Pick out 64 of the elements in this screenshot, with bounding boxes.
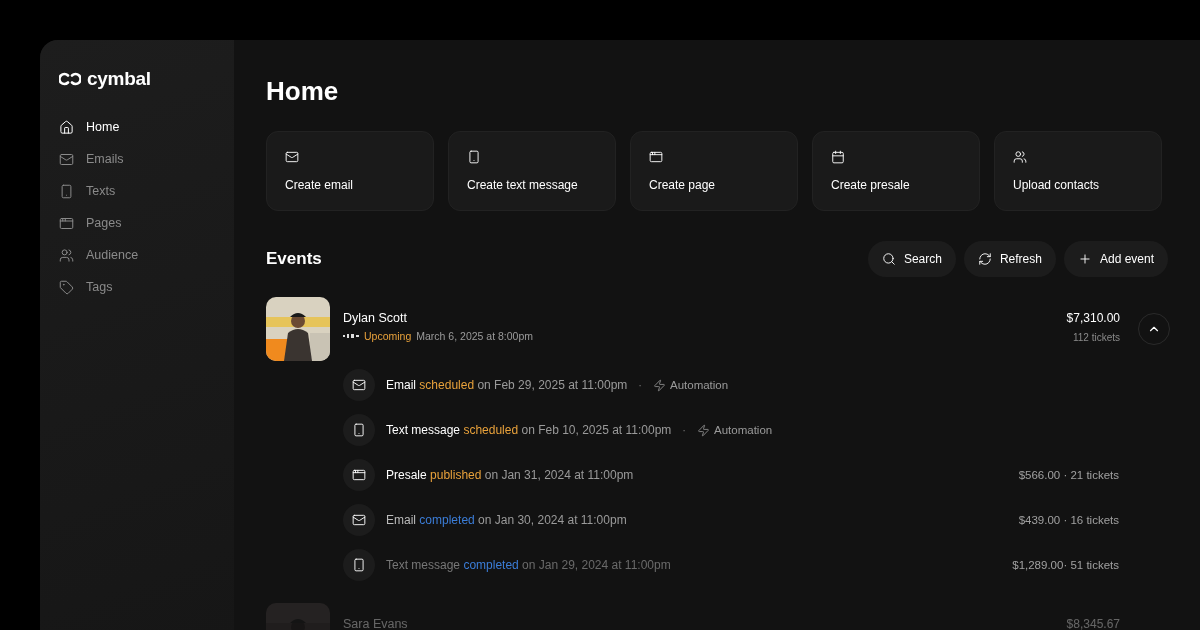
separator-dot: · — [682, 424, 686, 436]
envelope-icon — [352, 513, 366, 527]
people-icon — [1013, 150, 1027, 164]
lightning-icon — [653, 378, 666, 392]
phone-icon — [467, 150, 481, 164]
activity-text: Text message completed on Jan 29, 2024 at 11:00pm — [386, 558, 671, 572]
sidebar-item[interactable]: Tags — [59, 276, 234, 298]
sidebar-item[interactable]: Texts — [59, 180, 234, 202]
envelope-icon — [285, 150, 299, 164]
toolbar-button[interactable]: Search — [867, 241, 956, 277]
home-icon — [59, 119, 74, 135]
envelope-icon — [352, 378, 366, 392]
quick-action-card[interactable]: Create page — [630, 131, 798, 211]
tag-icon — [59, 279, 74, 295]
logo-icon — [59, 72, 81, 86]
toolbar-button[interactable]: Add event — [1063, 241, 1168, 277]
calendar-icon — [831, 150, 845, 164]
card-label: Upload contacts — [1013, 178, 1101, 192]
activity-summary: $566.00 · 21 tickets — [1018, 469, 1119, 481]
logo-text: cymbal — [87, 68, 151, 90]
quick-action-card[interactable]: Create presale — [812, 131, 980, 211]
card-label: Create presale — [831, 178, 911, 192]
ticket-count: 112 tickets — [1072, 332, 1120, 343]
section-title: Events — [266, 249, 322, 269]
refresh-icon — [977, 252, 992, 266]
quick-action-card[interactable]: Upload contacts — [994, 131, 1162, 211]
card-label: Create page — [649, 178, 717, 192]
envelope-icon — [59, 151, 74, 167]
quick-action-card[interactable]: Create text message — [448, 131, 616, 211]
lightning-icon — [697, 423, 710, 437]
automation-label: Automation — [714, 424, 773, 436]
people-icon — [59, 247, 74, 263]
quick-action-card[interactable]: Create email — [266, 131, 434, 211]
sidebar-item[interactable]: Audience — [59, 244, 234, 266]
activity-summary: $1,289.00· 51 tickets — [1012, 559, 1119, 571]
phone-icon — [59, 183, 74, 199]
activity-text: Text message scheduled on Feb 10, 2025 at 11:00pm — [386, 423, 672, 437]
sidebar-item[interactable]: Pages — [59, 212, 234, 234]
browser-window-icon — [59, 215, 74, 231]
phone-icon — [352, 558, 366, 572]
event-amount: $7,310.00 — [1066, 311, 1120, 325]
sidebar-item[interactable]: Emails — [59, 148, 234, 170]
card-label: Create text message — [467, 178, 579, 192]
card-label: Create email — [285, 178, 355, 192]
event-name: Dylan Scott — [343, 311, 408, 325]
plus-icon — [1077, 252, 1092, 266]
event-status: Upcoming — [364, 330, 412, 342]
event-date: March 6, 2025 at 8:00pm — [416, 330, 534, 342]
sidebar-item[interactable]: Home — [59, 116, 234, 138]
activity-text: Presale published on Jan 31, 2024 at 11:00pm — [386, 468, 634, 482]
browser-window-icon — [649, 150, 663, 164]
activity-summary: $439.00 · 16 tickets — [1018, 514, 1119, 526]
activity-text: Email scheduled on Feb 29, 2025 at 11:00pm — [386, 378, 628, 392]
ticket-logo-icon — [343, 332, 359, 340]
page-title: Home — [266, 76, 340, 107]
event-amount: $8,345.67 — [1066, 617, 1120, 630]
separator-dot: · — [638, 379, 642, 391]
activity-text: Email completed on Jan 30, 2024 at 11:00pm — [386, 513, 627, 527]
phone-icon — [352, 423, 366, 437]
event-name: Sara Evans — [343, 617, 409, 630]
browser-window-icon — [352, 468, 366, 482]
automation-label: Automation — [670, 379, 729, 391]
toolbar-button[interactable]: Refresh — [963, 241, 1056, 277]
search-icon — [881, 252, 896, 266]
